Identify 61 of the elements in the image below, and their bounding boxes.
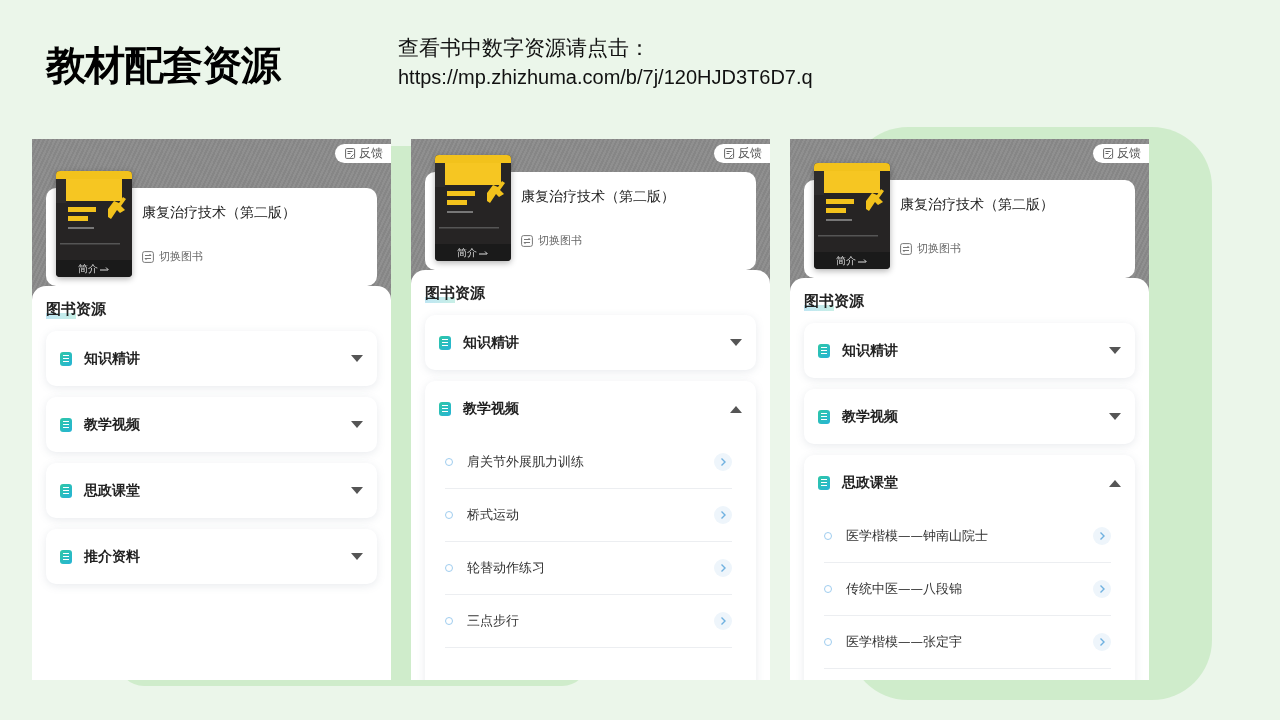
arrow-right-icon [100,264,110,273]
document-icon [818,475,830,490]
document-icon [60,549,72,564]
group-title[interactable]: 知识精讲 [463,333,718,352]
group-title[interactable]: 教学视频 [842,407,1097,426]
feedback-button[interactable]: 反馈 [335,144,391,163]
expand-caret-icon[interactable] [351,552,363,561]
arrow-right-icon [479,248,489,257]
intro-button[interactable]: 简介 [435,244,511,261]
switch-icon[interactable] [521,235,533,247]
intro-button[interactable]: 简介 [814,252,890,269]
book-title: 康复治疗技术（第二版） [521,188,676,206]
expand-caret-icon[interactable] [1109,346,1121,355]
document-icon [818,409,830,424]
section-heading: 图书资源 [425,284,485,303]
section-heading: 图书资源 [46,300,106,319]
feedback-icon [724,148,735,159]
group-title[interactable]: 推介资料 [84,547,339,566]
resource-item[interactable]: 桥式运动 [467,506,700,524]
feedback-icon [345,148,356,159]
group-title[interactable]: 知识精讲 [842,341,1097,360]
feedback-button[interactable]: 反馈 [1093,144,1149,163]
expand-caret-icon[interactable] [1109,412,1121,421]
resource-item[interactable]: 轮替动作练习 [467,559,700,577]
feedback-icon [1103,148,1114,159]
group-title[interactable]: 知识精讲 [84,349,339,368]
group-title[interactable]: 教学视频 [463,399,718,418]
switch-icon[interactable] [900,243,912,255]
resource-item[interactable]: 传统中医——八段锦 [846,580,1079,598]
instruction-text: 查看书中数字资源请点击： [398,35,651,62]
document-icon [60,417,72,432]
document-icon [60,483,72,498]
expand-caret-icon[interactable] [351,354,363,363]
group-title[interactable]: 思政课堂 [84,481,339,500]
switch-book-link[interactable]: 切换图书 [159,250,203,264]
document-icon [439,401,451,416]
collapse-caret-icon[interactable] [1109,478,1121,487]
group-title[interactable]: 教学视频 [84,415,339,434]
resource-item[interactable]: 肩关节外展肌力训练 [467,453,700,471]
collapse-caret-icon[interactable] [730,404,742,413]
book-title: 康复治疗技术（第二版） [142,204,297,222]
book-title: 康复治疗技术（第二版） [900,196,1055,214]
group-title[interactable]: 思政课堂 [842,473,1097,492]
expand-caret-icon[interactable] [351,486,363,495]
switch-icon[interactable] [142,251,154,263]
document-icon [439,335,451,350]
resource-item[interactable]: 医学楷模——钟南山院士 [846,527,1079,545]
arrow-right-icon [858,256,868,265]
resource-item[interactable]: 三点步行 [467,612,700,630]
switch-book-link[interactable]: 切换图书 [538,234,582,248]
section-heading: 图书资源 [804,292,864,311]
switch-book-link[interactable]: 切换图书 [917,242,961,256]
expand-caret-icon[interactable] [730,338,742,347]
slide-title: 教材配套资源 [46,41,283,90]
document-icon [818,343,830,358]
resource-item[interactable]: 医学楷模——张定宇 [846,633,1079,651]
expand-caret-icon[interactable] [351,420,363,429]
resource-link[interactable]: https://mp.zhizhuma.com/b/7j/120HJD3T6D7.q [398,66,813,89]
document-icon [60,351,72,366]
intro-button[interactable]: 简介 [56,260,132,277]
feedback-button[interactable]: 反馈 [714,144,770,163]
